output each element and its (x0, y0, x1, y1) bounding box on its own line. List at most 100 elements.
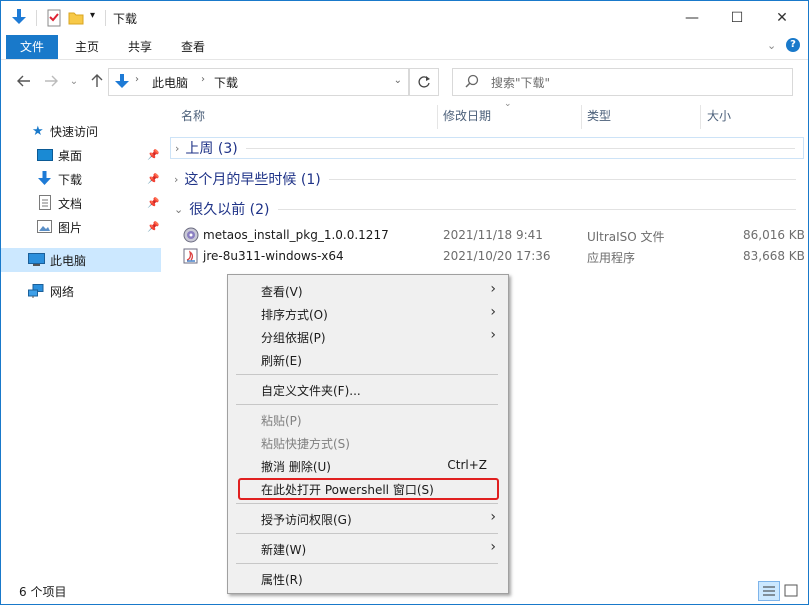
details-view-icon[interactable] (758, 581, 780, 601)
breadcrumb-separator-icon: › (135, 74, 139, 85)
search-input[interactable]: 搜索"下载" (452, 68, 793, 96)
forward-arrow-icon (45, 75, 58, 87)
file-size: 86,016 KB (743, 228, 805, 242)
window-title: 下载 (113, 12, 138, 26)
search-placeholder: 搜索"下载" (491, 76, 551, 90)
nav-this-pc[interactable]: 此电脑 (1, 248, 161, 272)
nav-item-downloads[interactable]: 下载 📌 (1, 168, 161, 190)
search-icon (465, 74, 479, 91)
submenu-arrow-icon: › (490, 509, 496, 525)
download-arrow-icon (11, 8, 27, 29)
column-header-size[interactable]: 大小 (707, 105, 731, 127)
address-bar[interactable]: › 此电脑 › 下载 ⌄ (108, 68, 409, 96)
menu-separator (236, 503, 498, 504)
file-type: 应用程序 (587, 251, 636, 265)
download-arrow-icon (38, 171, 51, 189)
address-row: ⌄ › 此电脑 › 下载 ⌄ 搜索"下载" (1, 61, 808, 101)
shortcut-label: Ctrl+Z (447, 458, 487, 472)
ribbon-expand-chevron-icon[interactable]: ⌄ (767, 39, 776, 52)
pin-icon[interactable]: 📌 (147, 222, 159, 233)
nav-label: 网络 (50, 284, 75, 299)
breadcrumb-this-pc[interactable]: 此电脑 (152, 74, 188, 91)
navigation-pane: ★ 快速访问 桌面 📌 下载 📌 文档 📌 图片 📌 此电脑 网络 (1, 101, 164, 579)
menu-separator (236, 404, 498, 405)
expand-chevron-icon: › (175, 141, 180, 155)
file-name: jre-8u311-windows-x64 (203, 249, 344, 263)
group-label: 这个月的早些时候 (1) (184, 172, 321, 188)
menu-item-paste-shortcut: 粘贴快捷方式(S) (261, 437, 350, 451)
menu-item-customize-folder[interactable]: 自定义文件夹(F)... (228, 378, 508, 400)
tab-file[interactable]: 文件 (6, 35, 58, 59)
forward-button[interactable] (41, 71, 61, 91)
nav-network[interactable]: 网络 (1, 280, 161, 302)
group-header[interactable]: › 这个月的早些时候 (1) (170, 168, 804, 190)
column-header-type[interactable]: 类型 (587, 105, 611, 127)
column-header-name[interactable]: 名称 (181, 105, 205, 127)
back-button[interactable] (14, 71, 34, 91)
file-date: 2021/11/18 9:41 (443, 228, 543, 242)
menu-item-properties[interactable]: 属性(R) (228, 567, 508, 589)
collapse-chevron-icon: ⌄ (174, 202, 184, 216)
menu-separator (236, 563, 498, 564)
group-label: 很久以前 (2) (189, 202, 270, 218)
help-icon[interactable]: ? (786, 38, 800, 52)
pin-icon[interactable]: 📌 (147, 150, 159, 161)
file-row[interactable]: jre-8u311-windows-x64 2021/10/20 17:36 应… (170, 246, 805, 267)
nav-label: 桌面 (58, 148, 83, 163)
menu-item-give-access[interactable]: 授予访问权限(G) › (228, 507, 508, 529)
nav-label: 文档 (58, 196, 83, 211)
file-type: UltraISO 文件 (587, 230, 665, 244)
maximize-button[interactable]: ☐ (714, 1, 760, 35)
file-date: 2021/10/20 17:36 (443, 249, 551, 263)
item-count: 6 个项目 (19, 585, 67, 599)
back-arrow-icon (17, 75, 30, 87)
pin-icon[interactable]: 📌 (147, 174, 159, 185)
menu-item-view[interactable]: 查看(V) › (228, 279, 508, 301)
network-icon (28, 284, 45, 302)
tab-share[interactable]: 共享 (120, 35, 160, 59)
minimize-button[interactable]: — (669, 1, 715, 35)
menu-item-paste: 粘贴(P) (261, 414, 302, 428)
close-button[interactable]: ✕ (759, 1, 805, 35)
star-icon: ★ (32, 123, 44, 139)
properties-checklist-icon[interactable] (46, 9, 62, 30)
nav-item-documents[interactable]: 文档 📌 (1, 192, 161, 214)
nav-quick-access[interactable]: ★ 快速访问 (1, 120, 161, 142)
submenu-arrow-icon: › (490, 281, 496, 297)
ribbon-tabs: 文件 主页 共享 查看 ⌄ ? (1, 35, 808, 60)
submenu-arrow-icon: › (490, 304, 496, 320)
highlight-box (238, 478, 499, 500)
nav-item-desktop[interactable]: 桌面 📌 (1, 144, 161, 166)
tab-view[interactable]: 查看 (173, 35, 213, 59)
large-icons-view-icon[interactable] (782, 582, 800, 599)
title-bar: ▾ 下载 — ☐ ✕ (1, 1, 808, 35)
menu-item-sort-by[interactable]: 排序方式(O) › (228, 302, 508, 324)
breadcrumb-separator-icon: › (201, 74, 205, 85)
pictures-icon (37, 220, 52, 236)
menu-item-refresh[interactable]: 刷新(E) (228, 348, 508, 370)
refresh-button[interactable] (409, 68, 439, 96)
column-header-date[interactable]: 修改日期 (443, 105, 491, 127)
group-header[interactable]: ⌄ 很久以前 (2) (170, 198, 804, 220)
menu-item-undo-delete[interactable]: 撤消 删除(U) Ctrl+Z (228, 454, 508, 476)
up-button[interactable] (87, 71, 107, 91)
file-row[interactable]: metaos_install_pkg_1.0.0.1217 2021/11/18… (170, 225, 805, 246)
up-arrow-icon (91, 74, 103, 87)
context-menu: 查看(V) › 排序方式(O) › 分组依据(P) › 刷新(E) 自定义文件夹… (227, 274, 509, 594)
group-label: 上周 (3) (185, 141, 238, 157)
disc-icon (183, 227, 199, 246)
breadcrumb-downloads[interactable]: 下载 (214, 74, 238, 91)
download-location-icon (115, 73, 129, 92)
recent-locations-chevron-icon[interactable]: ⌄ (64, 71, 84, 91)
tab-home[interactable]: 主页 (67, 35, 107, 59)
menu-item-new[interactable]: 新建(W) › (228, 537, 508, 559)
customize-toolbar-chevron-icon[interactable]: ▾ (90, 10, 95, 21)
new-folder-icon[interactable] (68, 10, 84, 28)
nav-item-pictures[interactable]: 图片 📌 (1, 216, 161, 238)
pin-icon[interactable]: 📌 (147, 198, 159, 209)
installer-icon (183, 248, 199, 267)
submenu-arrow-icon: › (490, 539, 496, 555)
address-dropdown-chevron-icon[interactable]: ⌄ (394, 75, 402, 86)
group-header[interactable]: › 上周 (3) (170, 137, 804, 159)
menu-item-group-by[interactable]: 分组依据(P) › (228, 325, 508, 347)
